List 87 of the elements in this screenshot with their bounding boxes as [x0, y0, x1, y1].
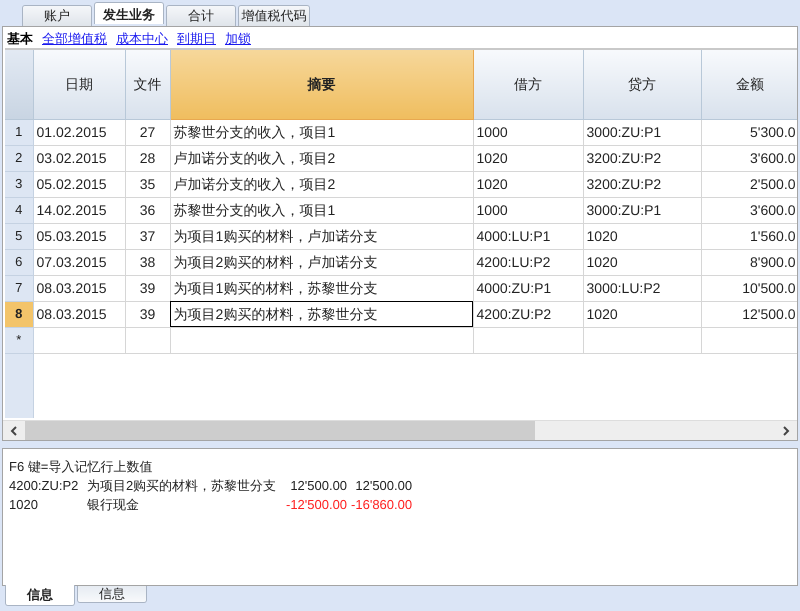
table-cell: 2'500.0	[701, 171, 797, 197]
row-number[interactable]: 5	[5, 223, 33, 249]
table-cell: 1020	[583, 249, 701, 275]
table-cell: 3'600.0	[701, 197, 797, 223]
column-header[interactable]: 贷方	[583, 50, 701, 119]
table-cell: 1000	[473, 119, 583, 145]
row-number[interactable]: 3	[5, 171, 33, 197]
tab[interactable]: 信息	[77, 586, 147, 603]
table-cell: 37	[125, 223, 170, 249]
table-cell: 01.02.2015	[33, 119, 125, 145]
column-header[interactable]: 摘要	[170, 50, 473, 119]
balance-text: 12'500.00	[354, 477, 412, 495]
table-cell: 14.02.2015	[33, 197, 125, 223]
table-cell: 3000:LU:P2	[583, 275, 701, 301]
table-cell: 36	[125, 197, 170, 223]
table-cell: 12'500.0	[701, 301, 797, 327]
description-text: 为项目2购买的材料，苏黎世分支	[87, 477, 278, 495]
column-header[interactable]: 日期	[33, 50, 125, 119]
row-number[interactable]: 1	[5, 119, 33, 145]
table-cell: 39	[125, 275, 170, 301]
row-number[interactable]: 6	[5, 249, 33, 275]
table-cell: 05.03.2015	[33, 223, 125, 249]
column-header[interactable]: 金额	[701, 50, 797, 119]
table-cell: 1000	[473, 197, 583, 223]
table-cell: 卢加诺分支的收入，项目2	[170, 171, 473, 197]
table-cell: 03.02.2015	[33, 145, 125, 171]
tab[interactable]: 合计	[166, 5, 236, 26]
table-cell: 28	[125, 145, 170, 171]
table-cell: 苏黎世分支的收入，项目1	[170, 197, 473, 223]
table-cell: 07.03.2015	[33, 249, 125, 275]
row-number[interactable]: 4	[5, 197, 33, 223]
table-cell: 05.02.2015	[33, 171, 125, 197]
table-cell: 为项目2购买的材料，卢加诺分支	[170, 249, 473, 275]
table-cell: 4200:LU:P2	[473, 249, 583, 275]
table-cell: 苏黎世分支的收入，项目1	[170, 119, 473, 145]
tab[interactable]: 账户	[22, 5, 92, 26]
balance-text: -16'860.00	[351, 496, 412, 514]
new-row-marker[interactable]: *	[5, 327, 33, 353]
table-cell: 1020	[583, 301, 701, 327]
table-cell: 10'500.0	[701, 275, 797, 301]
amount-text: -12'500.00	[286, 496, 348, 514]
table-cell: 3200:ZU:P2	[583, 145, 701, 171]
row-number[interactable]: 2	[5, 145, 33, 171]
table-cell: 为项目1购买的材料，苏黎世分支	[170, 275, 473, 301]
tab[interactable]: 增值税代码	[238, 5, 310, 26]
table-cell: 卢加诺分支的收入，项目2	[170, 145, 473, 171]
table-cell: 3000:ZU:P1	[583, 119, 701, 145]
table-cell: 3200:ZU:P2	[583, 171, 701, 197]
view-tab[interactable]: 基本	[7, 29, 33, 46]
row-number[interactable]: 7	[5, 275, 33, 301]
table-cell: 1020	[473, 171, 583, 197]
hint-text: F6 键=导入记忆行上数值	[9, 458, 154, 476]
table-cell: 3000:ZU:P1	[583, 197, 701, 223]
table-cell: 1020	[583, 223, 701, 249]
view-tab[interactable]: 成本中心	[116, 29, 168, 46]
view-tab[interactable]: 加锁	[225, 29, 251, 46]
table-cell: 35	[125, 171, 170, 197]
description-text: 银行现金	[87, 496, 140, 514]
table-cell: 1'560.0	[701, 223, 797, 249]
column-header[interactable]: 文件	[125, 50, 170, 119]
table-cell: 4000:LU:P1	[473, 223, 583, 249]
table-cell: 3'600.0	[701, 145, 797, 171]
table-cell: 4000:ZU:P1	[473, 275, 583, 301]
table-cell: 为项目1购买的材料，卢加诺分支	[170, 223, 473, 249]
table-cell: 08.03.2015	[33, 301, 125, 327]
scrollbar-thumb[interactable]	[25, 421, 535, 440]
view-tab[interactable]: 到期日	[177, 29, 216, 46]
row-number[interactable]: 8	[5, 301, 33, 327]
table-cell: 27	[125, 119, 170, 145]
account-text: 4200:ZU:P2	[9, 477, 80, 495]
tab[interactable]: 信息	[5, 585, 75, 606]
table-cell: 为项目2购买的材料，苏黎世分支	[170, 301, 473, 327]
table-cell: 8'900.0	[701, 249, 797, 275]
table-cell: 1020	[473, 145, 583, 171]
table-cell: 4200:ZU:P2	[473, 301, 583, 327]
column-header[interactable]: 借方	[473, 50, 583, 119]
table-cell: 39	[125, 301, 170, 327]
corner-header	[5, 50, 33, 119]
table-cell: 08.03.2015	[33, 275, 125, 301]
table-cell: 5'300.0	[701, 119, 797, 145]
account-text: 1020	[9, 496, 39, 514]
chevron-left-icon	[10, 426, 18, 436]
tab[interactable]: 发生业务	[94, 2, 164, 24]
view-tab[interactable]: 全部增值税	[42, 29, 107, 46]
amount-text: 12'500.00	[289, 477, 348, 495]
chevron-right-icon	[782, 426, 790, 436]
table-cell: 38	[125, 249, 170, 275]
